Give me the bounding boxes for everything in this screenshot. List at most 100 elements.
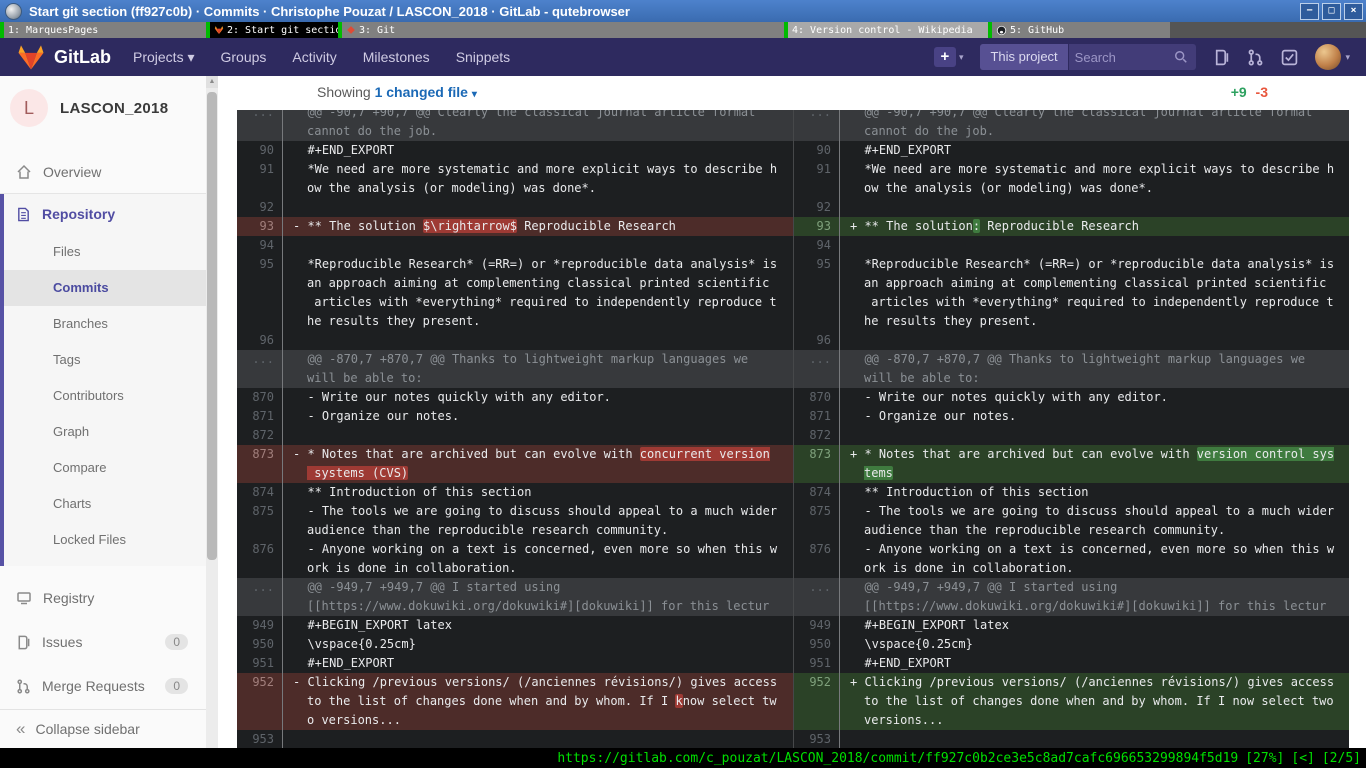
nav-link-projects[interactable]: Projects ▾ <box>133 49 195 66</box>
document-icon <box>16 207 31 222</box>
diff-line-number[interactable]: 872 <box>237 426 283 445</box>
diff-line-number[interactable]: ... <box>794 578 840 616</box>
diff-line-number[interactable]: 94 <box>794 236 840 255</box>
diff-line-number[interactable]: 876 <box>794 540 840 578</box>
diff-line-number[interactable]: 876 <box>237 540 283 578</box>
diff-line-number[interactable]: 952 <box>794 673 840 730</box>
tab-4[interactable]: 4: Version control - Wikipedia <box>784 22 988 38</box>
changed-files-dropdown[interactable]: 1 changed file ▾ <box>375 84 477 100</box>
diff-line-number[interactable]: ... <box>794 350 840 388</box>
diff-line-number[interactable]: 870 <box>794 388 840 407</box>
sidebar-item-charts[interactable]: Charts <box>4 486 206 522</box>
diff-line-number[interactable]: ... <box>237 110 283 141</box>
diff-line-number[interactable]: 94 <box>237 236 283 255</box>
sidebar-item-graph[interactable]: Graph <box>4 414 206 450</box>
diff-line-number[interactable]: 871 <box>237 407 283 426</box>
sidebar-item-registry[interactable]: Registry <box>0 580 206 616</box>
diff-line-number[interactable]: 92 <box>237 198 283 217</box>
diff-line-content: - The tools we are going to discuss shou… <box>283 502 793 540</box>
diff-line-number[interactable]: 953 <box>794 730 840 748</box>
sidebar-item-merge-requests[interactable]: Merge Requests 0 <box>0 668 206 704</box>
nav-link-snippets[interactable]: Snippets <box>456 49 510 66</box>
nav-link-groups[interactable]: Groups <box>221 49 267 66</box>
diff-line-number[interactable]: 875 <box>237 502 283 540</box>
sidebar-item-overview[interactable]: Overview <box>0 154 206 190</box>
diff-line-number[interactable]: 953 <box>237 730 283 748</box>
issues-icon[interactable] <box>1213 49 1230 66</box>
tab-1[interactable]: 1: MarquesPages <box>0 22 206 38</box>
minimize-button[interactable]: − <box>1300 3 1319 20</box>
diff-line-number[interactable]: 96 <box>237 331 283 350</box>
diff-line-number[interactable]: 874 <box>237 483 283 502</box>
close-button[interactable]: × <box>1344 3 1363 20</box>
diff-row-hunk: ... @@ -949,7 +949,7 @@ I started using … <box>237 578 793 616</box>
collapse-sidebar-button[interactable]: « Collapse sidebar <box>0 709 206 748</box>
diff-line-number[interactable]: 96 <box>794 331 840 350</box>
sidebar-item-files[interactable]: Files <box>4 234 206 270</box>
todos-icon[interactable] <box>1281 49 1298 66</box>
tab-2[interactable]: 2: Start git section (ff927c… <box>206 22 338 38</box>
new-menu-button[interactable]: + ▾ <box>934 47 964 67</box>
sidebar-item-branches[interactable]: Branches <box>4 306 206 342</box>
maximize-button[interactable]: □ <box>1322 3 1341 20</box>
diff-line-number[interactable]: ... <box>237 350 283 388</box>
sidebar-item-locked-files[interactable]: Locked Files <box>4 522 206 558</box>
diff-line-number[interactable]: 91 <box>794 160 840 198</box>
diff-line-number[interactable]: 93 <box>794 217 840 236</box>
gitlab-logo-icon[interactable] <box>16 42 46 72</box>
diff-line-number[interactable]: 90 <box>794 141 840 160</box>
sidebar-item-contributors[interactable]: Contributors <box>4 378 206 414</box>
diff-line-content: - ** The solution $\rightarrow$ Reproduc… <box>283 217 793 236</box>
diff-line-content: - Clicking /previous versions/ (/ancienn… <box>283 673 793 730</box>
diff-line-number[interactable]: 949 <box>794 616 840 635</box>
diff-row-ctx: 872 <box>237 426 793 445</box>
user-menu[interactable]: ▾ <box>1315 44 1350 70</box>
diff-line-number[interactable]: 871 <box>794 407 840 426</box>
diff-split: ... @@ -90,7 +90,7 @@ Clearly the classi… <box>237 110 1349 748</box>
sidebar-item-issues[interactable]: Issues 0 <box>0 624 206 660</box>
tab-title: 5: GitHub <box>1010 25 1064 36</box>
chevron-down-icon: ▾ <box>472 89 477 100</box>
project-header[interactable]: L LASCON_2018 <box>0 76 206 140</box>
sidebar-item-commits[interactable]: Commits <box>4 270 206 306</box>
diff-line-number[interactable]: 95 <box>794 255 840 331</box>
scrollbar-up-arrow[interactable]: ▲ <box>206 76 218 88</box>
diff-line-number[interactable]: 875 <box>794 502 840 540</box>
merge-requests-icon[interactable] <box>1247 49 1264 66</box>
diff-line-number[interactable]: 951 <box>794 654 840 673</box>
search-icon[interactable] <box>1174 50 1188 64</box>
sidebar-item-repository[interactable]: Repository <box>4 194 206 234</box>
diff-line-number[interactable]: ... <box>237 578 283 616</box>
diff-line-number[interactable]: 952 <box>237 673 283 730</box>
diff-line-number[interactable]: 95 <box>237 255 283 331</box>
diff-line-number[interactable]: 93 <box>237 217 283 236</box>
sidebar-item-compare[interactable]: Compare <box>4 450 206 486</box>
diff-line-number[interactable]: 873 <box>794 445 840 483</box>
nav-link-milestones[interactable]: Milestones <box>363 49 430 66</box>
brand-name[interactable]: GitLab <box>54 47 111 68</box>
diff-line-number[interactable]: ... <box>794 110 840 141</box>
diff-line-number[interactable]: 873 <box>237 445 283 483</box>
tab-bar: 1: MarquesPages2: Start git section (ff9… <box>0 22 1366 38</box>
diff-line-number[interactable]: 92 <box>794 198 840 217</box>
diff-line-number[interactable]: 949 <box>237 616 283 635</box>
tab-5[interactable]: 5: GitHub <box>988 22 1170 38</box>
diff-line-number[interactable]: 874 <box>794 483 840 502</box>
diff-line-content: *We need are more systematic and more ex… <box>840 160 1349 198</box>
scrollbar-thumb[interactable] <box>207 92 217 560</box>
diff-line-number[interactable]: 951 <box>237 654 283 673</box>
diff-line-number[interactable]: 870 <box>237 388 283 407</box>
search-input[interactable] <box>1069 50 1175 65</box>
tab-3[interactable]: 3: Git <box>338 22 784 38</box>
diff-line-number[interactable]: 950 <box>237 635 283 654</box>
diff-line-number[interactable]: 90 <box>237 141 283 160</box>
diff-row-ctx: 90 #+END_EXPORT <box>237 141 793 160</box>
diff-line-number[interactable]: 950 <box>794 635 840 654</box>
diff-line-number[interactable]: 91 <box>237 160 283 198</box>
tab-bar-empty <box>1170 22 1366 38</box>
search-scope-chip[interactable]: This project <box>980 44 1068 70</box>
nav-link-activity[interactable]: Activity <box>292 49 336 66</box>
diff-line-number[interactable]: 872 <box>794 426 840 445</box>
sidebar-item-tags[interactable]: Tags <box>4 342 206 378</box>
showing-label: Showing <box>317 84 371 100</box>
